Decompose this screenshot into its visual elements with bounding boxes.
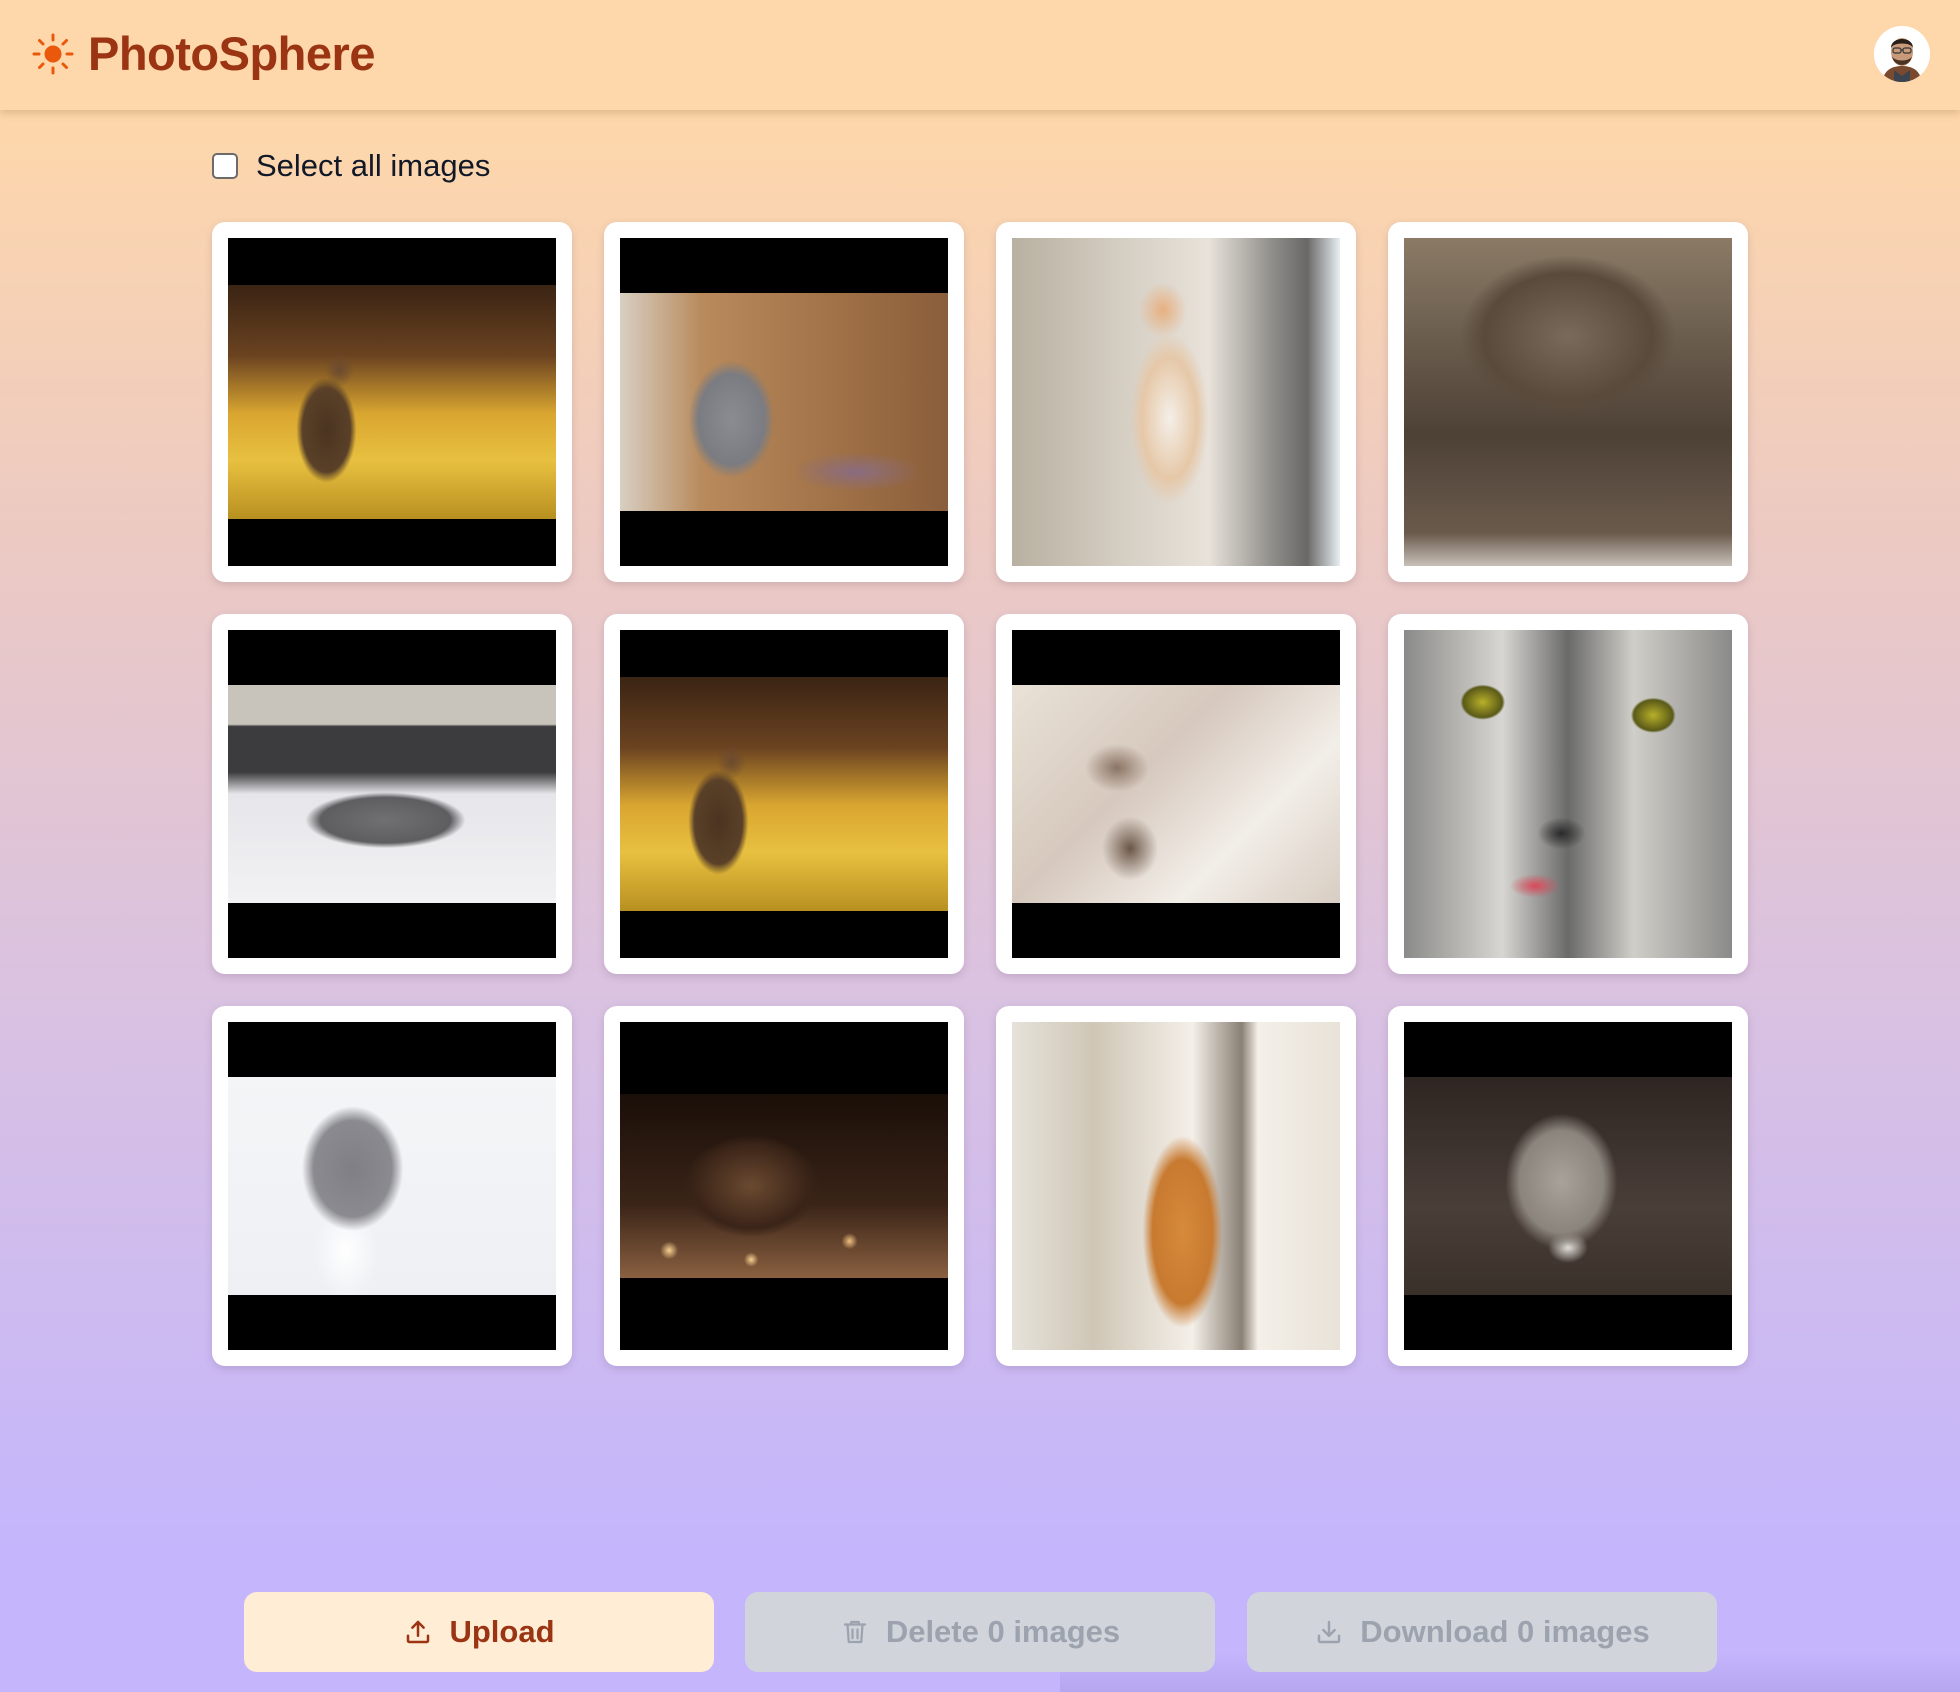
- image-thumbnail: [228, 238, 556, 566]
- image-card[interactable]: [604, 1006, 964, 1366]
- cat-photo: [620, 293, 948, 511]
- image-card[interactable]: [212, 1006, 572, 1366]
- image-thumbnail: [228, 1022, 556, 1350]
- upload-label: Upload: [449, 1614, 555, 1649]
- upload-icon: [407, 1620, 430, 1644]
- delete-button[interactable]: Delete 0 images: [745, 1592, 1215, 1672]
- image-thumbnail: [228, 630, 556, 958]
- cat-photo: [1012, 238, 1340, 566]
- select-all-checkbox[interactable]: [212, 153, 238, 179]
- image-card[interactable]: [996, 222, 1356, 582]
- image-thumbnail: [1404, 1022, 1732, 1350]
- image-card[interactable]: [212, 614, 572, 974]
- cat-photo: [1012, 1022, 1340, 1350]
- cat-photo: [1012, 685, 1340, 903]
- cat-photo: [1404, 238, 1732, 566]
- cat-photo: [228, 1077, 556, 1295]
- image-card[interactable]: [604, 614, 964, 974]
- cat-photo: [228, 685, 556, 903]
- avatar-image: [1874, 26, 1930, 82]
- image-thumbnail: [1404, 238, 1732, 566]
- sun-icon: [32, 33, 74, 75]
- image-thumbnail: [620, 1022, 948, 1350]
- image-card[interactable]: [212, 222, 572, 582]
- upload-button[interactable]: Upload: [244, 1592, 714, 1672]
- top-bar: PhotoSphere: [0, 0, 1960, 110]
- user-avatar[interactable]: [1874, 26, 1930, 82]
- trash-icon: [843, 1620, 866, 1644]
- download-button[interactable]: Download 0 images: [1247, 1592, 1717, 1672]
- image-card[interactable]: [1388, 222, 1748, 582]
- image-thumbnail: [1404, 630, 1732, 958]
- action-bar: Upload Delete 0 images Download 0 images: [0, 1560, 1960, 1692]
- download-icon: [1318, 1620, 1341, 1644]
- cat-photo: [620, 1094, 948, 1278]
- delete-label: Delete 0 images: [885, 1614, 1121, 1649]
- select-all-control[interactable]: Select all images: [212, 148, 490, 184]
- image-card[interactable]: [996, 1006, 1356, 1366]
- image-card[interactable]: [604, 222, 964, 582]
- image-thumbnail: [620, 630, 948, 958]
- download-label: Download 0 images: [1360, 1614, 1650, 1649]
- image-card[interactable]: [1388, 1006, 1748, 1366]
- app-title: PhotoSphere: [88, 27, 375, 80]
- image-card[interactable]: [996, 614, 1356, 974]
- image-thumbnail: [1012, 630, 1340, 958]
- image-gallery: [212, 222, 1748, 1366]
- image-thumbnail: [620, 238, 948, 566]
- cat-photo: [620, 677, 948, 911]
- select-all-label: Select all images: [256, 148, 491, 183]
- brand[interactable]: PhotoSphere: [32, 28, 375, 80]
- image-card[interactable]: [1388, 614, 1748, 974]
- cat-photo: [228, 285, 556, 519]
- cat-photo: [1404, 630, 1732, 958]
- image-thumbnail: [1012, 1022, 1340, 1350]
- image-thumbnail: [1012, 238, 1340, 566]
- cat-photo: [1404, 1077, 1732, 1295]
